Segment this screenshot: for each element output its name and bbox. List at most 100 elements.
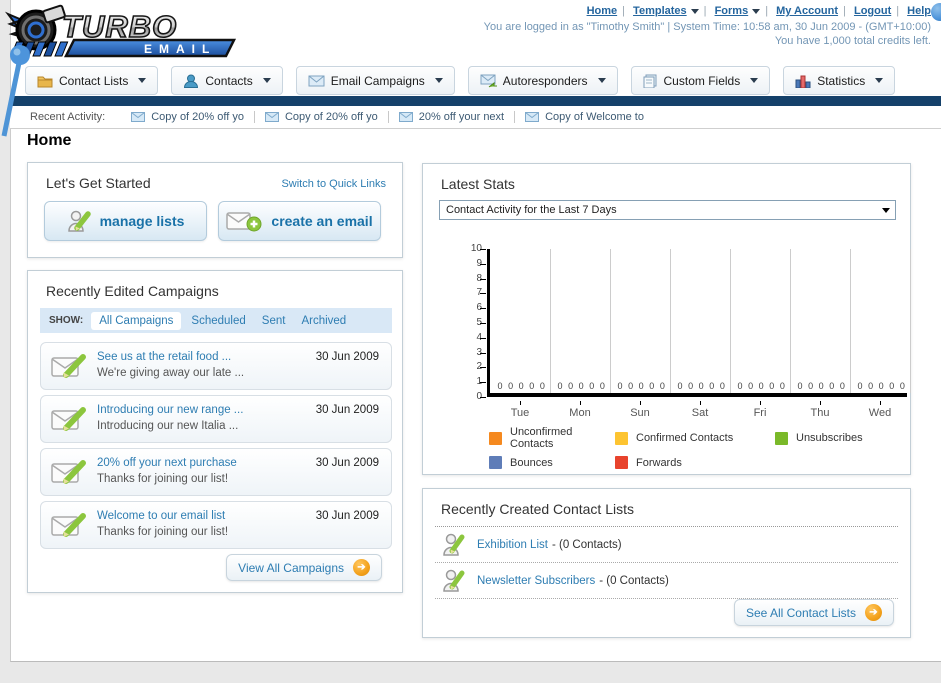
caret-down-icon bbox=[262, 78, 271, 83]
view-all-campaigns-button[interactable]: View All Campaigns ➔ bbox=[226, 554, 382, 581]
recently-edited-campaigns-panel: Recently Edited Campaigns SHOW: All Camp… bbox=[27, 270, 403, 593]
tab-label: Contacts bbox=[205, 73, 253, 88]
tab-statistics[interactable]: Statistics bbox=[783, 66, 896, 95]
contact-list-row[interactable]: Newsletter Subscribers - (0 Contacts) bbox=[435, 563, 898, 599]
svg-text:EMAIL: EMAIL bbox=[144, 42, 216, 56]
legend-item: Bounces bbox=[489, 456, 615, 469]
main-tab-bar: Contact Lists Contacts Email Campaigns A… bbox=[25, 66, 896, 95]
person-pencil-icon bbox=[67, 210, 91, 232]
application-window: TURBO EMAIL Home | Templates | Forms | My A… bbox=[0, 0, 941, 683]
recent-activity-text: 20% off your next bbox=[418, 111, 505, 123]
caret-down-icon bbox=[750, 78, 759, 83]
campaign-title-link[interactable]: Welcome to our email list bbox=[97, 510, 225, 522]
campaign-title-link[interactable]: See us at the retail food ... bbox=[97, 351, 231, 363]
recent-activity-item[interactable]: 20% off your next bbox=[389, 111, 516, 123]
switch-quick-links-link[interactable]: Switch to Quick Links bbox=[281, 178, 386, 190]
legend-swatch-unconfirmed bbox=[489, 431, 502, 445]
campaign-row[interactable]: Welcome to our email list Thanks for joi… bbox=[40, 501, 392, 549]
legend-item: Confirmed Contacts bbox=[615, 426, 775, 450]
campaign-date: 30 Jun 2009 bbox=[315, 404, 379, 416]
recent-activity-item[interactable]: Copy of 20% off yo bbox=[255, 111, 389, 123]
caret-down-icon bbox=[882, 208, 890, 213]
button-label: View All Campaigns bbox=[238, 560, 344, 575]
latest-stats-panel: Latest Stats Contact Activity for the La… bbox=[422, 163, 911, 475]
contact-list-link[interactable]: Exhibition List bbox=[477, 539, 548, 551]
button-label: See All Contact Lists bbox=[745, 605, 856, 620]
contact-activity-chart: 012345678910Tue00000Mon00000Sun00000Sat0… bbox=[471, 243, 911, 419]
recent-activity-text: Copy of 20% off yo bbox=[151, 111, 244, 123]
campaign-row[interactable]: See us at the retail food ... We're givi… bbox=[40, 342, 392, 390]
campaign-title-link[interactable]: Introducing our new range ... bbox=[97, 404, 243, 416]
arrow-right-icon: ➔ bbox=[353, 559, 370, 576]
tab-contacts[interactable]: Contacts bbox=[171, 66, 283, 95]
legend-item: Unconfirmed Contacts bbox=[489, 426, 615, 450]
campaign-subtitle: We're giving away our late ... bbox=[97, 367, 245, 379]
legend-swatch-bounces bbox=[489, 456, 502, 469]
tab-label: Custom Fields bbox=[663, 73, 741, 88]
nav-forms-link[interactable]: Forms bbox=[715, 5, 749, 17]
nav-help-link[interactable]: Help bbox=[907, 5, 931, 17]
envelope-arrow-icon bbox=[480, 74, 497, 87]
nav-logout-link[interactable]: Logout bbox=[854, 5, 891, 17]
campaign-row[interactable]: 20% off your next purchase Thanks for jo… bbox=[40, 448, 392, 496]
tab-label: Autoresponders bbox=[502, 73, 588, 88]
top-navigation: Home | Templates | Forms | My Account | Logo… bbox=[586, 5, 931, 17]
filter-all-campaigns[interactable]: All Campaigns bbox=[91, 311, 182, 330]
campaign-subtitle: Introducing our new Italia ... bbox=[97, 420, 239, 432]
campaign-date: 30 Jun 2009 bbox=[315, 457, 379, 469]
contact-list-row[interactable]: Exhibition List - (0 Contacts) bbox=[435, 527, 898, 563]
recently-created-contact-lists-panel: Recently Created Contact Lists Exhibitio… bbox=[422, 488, 911, 638]
legend-swatch-unsubscribes bbox=[775, 431, 788, 445]
envelope-pencil-icon bbox=[51, 407, 86, 431]
caret-down-icon bbox=[752, 8, 761, 14]
bar-chart-icon bbox=[795, 75, 811, 88]
envelope-icon bbox=[131, 112, 146, 122]
pages-icon bbox=[643, 74, 657, 88]
campaign-title-link[interactable]: 20% off your next purchase bbox=[97, 457, 237, 469]
legend-swatch-confirmed bbox=[615, 431, 628, 445]
contact-list-count: - (0 Contacts) bbox=[551, 538, 622, 551]
manage-lists-button[interactable]: manage lists bbox=[44, 201, 207, 241]
create-email-button[interactable]: create an email bbox=[218, 201, 381, 241]
recent-activity-text: Copy of Welcome to bbox=[545, 111, 644, 123]
credits-info: You have 1,000 total credits left. bbox=[774, 35, 931, 47]
legend-item: Unsubscribes bbox=[775, 426, 909, 450]
get-started-panel: Let's Get Started Switch to Quick Links … bbox=[27, 162, 403, 258]
caret-down-icon bbox=[138, 78, 147, 83]
envelope-pencil-icon bbox=[51, 354, 86, 378]
nav-home-link[interactable]: Home bbox=[587, 5, 618, 17]
filter-scheduled[interactable]: Scheduled bbox=[191, 315, 245, 327]
tab-email-campaigns[interactable]: Email Campaigns bbox=[295, 66, 455, 95]
campaign-row[interactable]: Introducing our new range ... Introducin… bbox=[40, 395, 392, 443]
recent-activity-item[interactable]: Copy of 20% off yo bbox=[121, 111, 255, 123]
envelope-pencil-icon bbox=[51, 460, 86, 484]
contact-list-link[interactable]: Newsletter Subscribers bbox=[477, 575, 595, 587]
legend-item: Forwards bbox=[615, 456, 775, 469]
campaign-filter-strip: SHOW: All Campaigns Scheduled Sent Archi… bbox=[40, 308, 392, 333]
tab-label: Statistics bbox=[817, 73, 866, 88]
person-pencil-icon bbox=[443, 569, 465, 592]
envelope-icon bbox=[398, 112, 413, 122]
see-all-contact-lists-button[interactable]: See All Contact Lists ➔ bbox=[733, 599, 894, 626]
filter-sent[interactable]: Sent bbox=[262, 315, 286, 327]
tab-custom-fields[interactable]: Custom Fields bbox=[630, 66, 771, 95]
svg-text:TURBO: TURBO bbox=[62, 9, 177, 44]
nav-my-account-link[interactable]: My Account bbox=[776, 5, 838, 17]
button-label: manage lists bbox=[99, 213, 185, 229]
button-label: create an email bbox=[271, 213, 373, 229]
arrow-right-icon: ➔ bbox=[865, 604, 882, 621]
panel-title: Let's Get Started bbox=[46, 175, 151, 191]
stats-period-select[interactable]: Contact Activity for the Last 7 Days bbox=[439, 200, 896, 220]
campaign-subtitle: Thanks for joining our list! bbox=[97, 473, 229, 485]
campaign-date: 30 Jun 2009 bbox=[315, 510, 379, 522]
caret-down-icon bbox=[434, 78, 443, 83]
recent-activity-item[interactable]: Copy of Welcome to bbox=[515, 111, 654, 123]
tab-autoresponders[interactable]: Autoresponders bbox=[467, 66, 618, 95]
contact-list-count: - (0 Contacts) bbox=[599, 574, 669, 587]
nav-templates-link[interactable]: Templates bbox=[633, 5, 687, 17]
login-info: You are logged in as "Timothy Smith" | S… bbox=[483, 21, 931, 33]
tab-contact-lists[interactable]: Contact Lists bbox=[25, 66, 159, 95]
caret-down-icon bbox=[875, 78, 884, 83]
filter-archived[interactable]: Archived bbox=[301, 315, 346, 327]
envelope-icon bbox=[308, 75, 325, 86]
